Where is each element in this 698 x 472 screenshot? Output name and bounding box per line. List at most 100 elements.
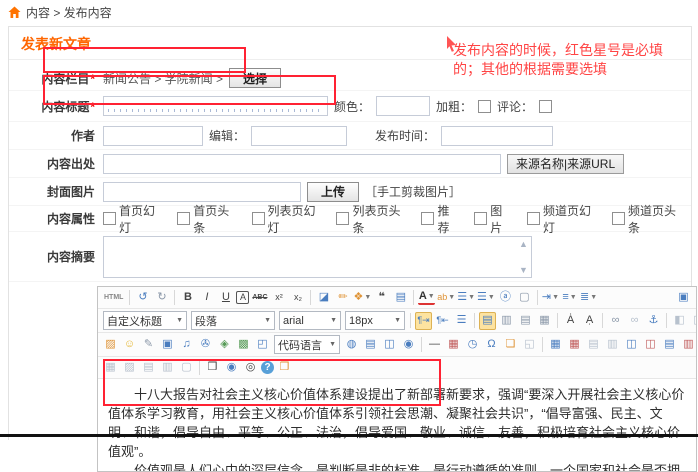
row-shade-icon[interactable]: ▤ [140,359,157,376]
video-icon[interactable]: ▣ [159,336,176,353]
unlink-icon[interactable]: ∞ [626,312,643,329]
font-family-select[interactable]: arial▼ [279,311,341,330]
align-right-icon[interactable]: ▤ [517,312,534,329]
line-break-icon[interactable]: ☰ [453,312,470,329]
help-icon[interactable]: ? [261,361,274,374]
align-center-icon[interactable]: ▥ [498,312,515,329]
font-color-icon[interactable]: A▼ [418,291,435,305]
indent-first-line-icon[interactable]: ¶⇥ [415,312,432,330]
align-left-icon[interactable]: ▤ [479,312,496,330]
breadcrumb-text[interactable]: 内容 > 发布内容 [26,4,112,21]
attr-checkbox-4[interactable]: 列表页头条 [336,202,404,236]
code-language-select[interactable]: 代码语言▼ [274,335,340,354]
attr-checkbox-2[interactable]: 首页头条 [177,202,234,236]
insert-col-icon[interactable]: ▥ [604,336,621,353]
redo-icon[interactable]: ↻ [153,289,170,306]
attr-checkbox-5[interactable]: 推荐 [421,202,457,236]
checkbox-icon[interactable] [474,212,487,225]
merge-cells-icon[interactable]: ◫ [623,336,640,353]
comment-checkbox[interactable] [539,100,552,113]
preview-icon[interactable]: ◉ [223,359,240,376]
scroll-down-icon[interactable]: ▼ [519,265,528,275]
date-icon[interactable]: ▦ [445,336,462,353]
map-icon[interactable]: ◈ [216,336,233,353]
emotion-icon[interactable]: ☺ [121,336,138,353]
attr-checkbox-3[interactable]: 列表页幻灯 [252,202,320,236]
home-icon[interactable] [8,6,21,19]
unordered-list-icon[interactable]: ☰▼ [477,289,495,306]
picture-icon[interactable]: ▨ [102,336,119,353]
blank-page-icon[interactable]: ▢ [516,289,533,306]
title-color-input[interactable] [376,96,430,116]
indent-icon[interactable]: ⇥▼ [542,289,559,306]
subscript-icon[interactable]: x₂ [289,289,306,306]
font-border-icon[interactable]: A [236,291,249,304]
table-shade-icon[interactable]: ▨ [121,359,138,376]
word-spacing-icon[interactable]: Ạ [581,312,598,329]
split-cells-icon[interactable]: ◫ [642,336,659,353]
checkbox-icon[interactable] [612,212,625,225]
insert-table-icon[interactable]: ▦ [547,336,564,353]
custom-title-select[interactable]: 自定义标题▼ [103,311,187,330]
font-size-select[interactable]: 18px▼ [345,311,405,330]
auto-typeset-icon[interactable]: ⓐ [497,289,514,306]
content-title-input[interactable] [103,96,328,116]
paragraph-select[interactable]: 段落▼ [191,311,275,330]
insert-code-icon[interactable]: ◍ [343,336,360,353]
snapshot-icon[interactable]: ◱ [521,336,538,353]
attr-checkbox-7[interactable]: 频道页幻灯 [527,202,595,236]
editor-content-area[interactable]: 十八大报告对社会主义核心价值体系建设提出了新部署新要求，强调“要深入开展社会主义… [98,379,696,471]
template-icon[interactable]: ▤ [362,336,379,353]
align-justify-icon[interactable]: ▦ [536,312,553,329]
checkbox-icon[interactable] [527,212,540,225]
sort-table-icon[interactable]: ▦ [102,359,119,376]
special-char-icon[interactable]: Ω [483,336,500,353]
format-eraser-icon[interactable]: ◪ [315,289,332,306]
italic-icon[interactable]: I [198,289,215,306]
para-spacing-icon[interactable]: ≣▼ [580,289,597,306]
summary-scrollbar[interactable]: ▲ ▼ [516,237,531,277]
ordered-list-icon[interactable]: ☰▼ [457,289,475,306]
attr-checkbox-8[interactable]: 频道页头条 [612,202,680,236]
pubtime-input[interactable] [441,126,553,146]
scroll-up-icon[interactable]: ▲ [519,239,528,249]
editor-input[interactable] [251,126,347,146]
fullscreen-icon[interactable]: ▣ [675,289,692,306]
link-icon[interactable]: ∞ [607,312,624,329]
document-icon[interactable]: ◰ [254,336,271,353]
title-block-icon[interactable]: ▤ [392,289,409,306]
bold-icon[interactable]: B [179,289,196,306]
insert-row-icon[interactable]: ▤ [585,336,602,353]
strikethrough-icon[interactable]: ABC [251,289,268,306]
undo-icon[interactable]: ↺ [134,289,151,306]
checkbox-icon[interactable] [252,212,265,225]
music-icon[interactable]: ♫ [178,336,195,353]
scrawl-icon[interactable]: ✎ [140,336,157,353]
img-float-left-icon[interactable]: ◧ [671,312,688,329]
columns-icon[interactable]: ◫ [381,336,398,353]
source-name-url-button[interactable]: 来源名称|来源URL [507,154,624,174]
underline-icon[interactable]: U [217,289,234,306]
author-input[interactable] [103,126,203,146]
iframe-icon[interactable]: ◉ [400,336,417,353]
delete-table-icon[interactable]: ▦ [566,336,583,353]
summary-textarea[interactable] [104,237,516,277]
color-brush-icon[interactable]: ❖▼ [353,289,371,306]
upload-button[interactable]: 上传 [307,182,359,202]
attachment-icon[interactable]: ✇ [197,336,214,353]
time-icon[interactable]: ◷ [464,336,481,353]
source-input[interactable] [103,154,501,174]
attr-checkbox-1[interactable]: 首页幻灯 [103,202,160,236]
checkbox-icon[interactable] [421,212,434,225]
gmap-icon[interactable]: ▩ [235,336,252,353]
select-column-button[interactable]: 选择 [229,68,281,88]
print-icon[interactable]: ❒ [204,359,221,376]
html-source-icon[interactable]: HTML [102,289,125,306]
blockquote-icon[interactable]: ❝ [373,289,390,306]
col-shade-icon[interactable]: ▥ [159,359,176,376]
attr-checkbox-6[interactable]: 图片 [474,202,510,236]
page-break-icon[interactable]: ▢ [178,359,195,376]
format-brush-icon[interactable]: ✏ [334,289,351,306]
superscript-icon[interactable]: x² [270,289,287,306]
callout-icon[interactable]: ❏ [502,336,519,353]
